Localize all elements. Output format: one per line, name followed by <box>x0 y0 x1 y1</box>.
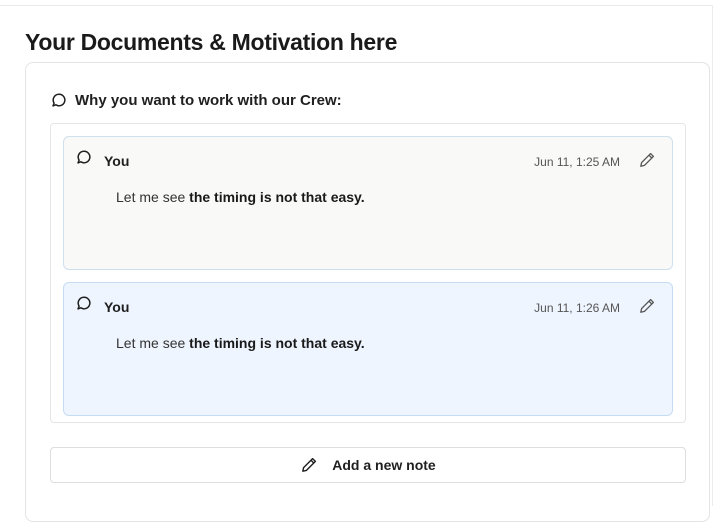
add-note-button[interactable]: Add a new note <box>50 447 686 483</box>
note-text-plain: Let me see <box>116 189 190 205</box>
note-text-bold: the timing is not that easy. <box>189 189 365 205</box>
note-text: Let me see the timing is not that easy. <box>116 335 365 351</box>
pencil-icon[interactable] <box>638 151 656 169</box>
note-text: Let me see the timing is not that easy. <box>116 189 365 205</box>
note-card: You Jun 11, 1:26 AM Let me see the timin… <box>63 282 673 416</box>
pencil-icon[interactable] <box>638 297 656 315</box>
page-top-border <box>0 5 713 6</box>
chat-bubble-icon <box>76 149 92 165</box>
add-note-label: Add a new note <box>332 457 436 473</box>
section-header: Why you want to work with our Crew: <box>51 90 342 110</box>
note-timestamp: Jun 11, 1:25 AM <box>534 155 620 169</box>
note-card: You Jun 11, 1:25 AM Let me see the timin… <box>63 136 673 270</box>
note-text-bold: the timing is not that easy. <box>189 335 365 351</box>
note-text-plain: Let me see <box>116 335 190 351</box>
chat-bubble-icon <box>76 295 92 311</box>
chat-bubble-icon <box>51 92 67 108</box>
page-title: Your Documents & Motivation here <box>25 29 398 55</box>
pencil-icon <box>300 456 318 474</box>
note-timestamp: Jun 11, 1:26 AM <box>534 301 620 315</box>
note-author: You <box>104 299 130 315</box>
note-author: You <box>104 153 130 169</box>
section-heading: Why you want to work with our Crew: <box>75 91 342 109</box>
